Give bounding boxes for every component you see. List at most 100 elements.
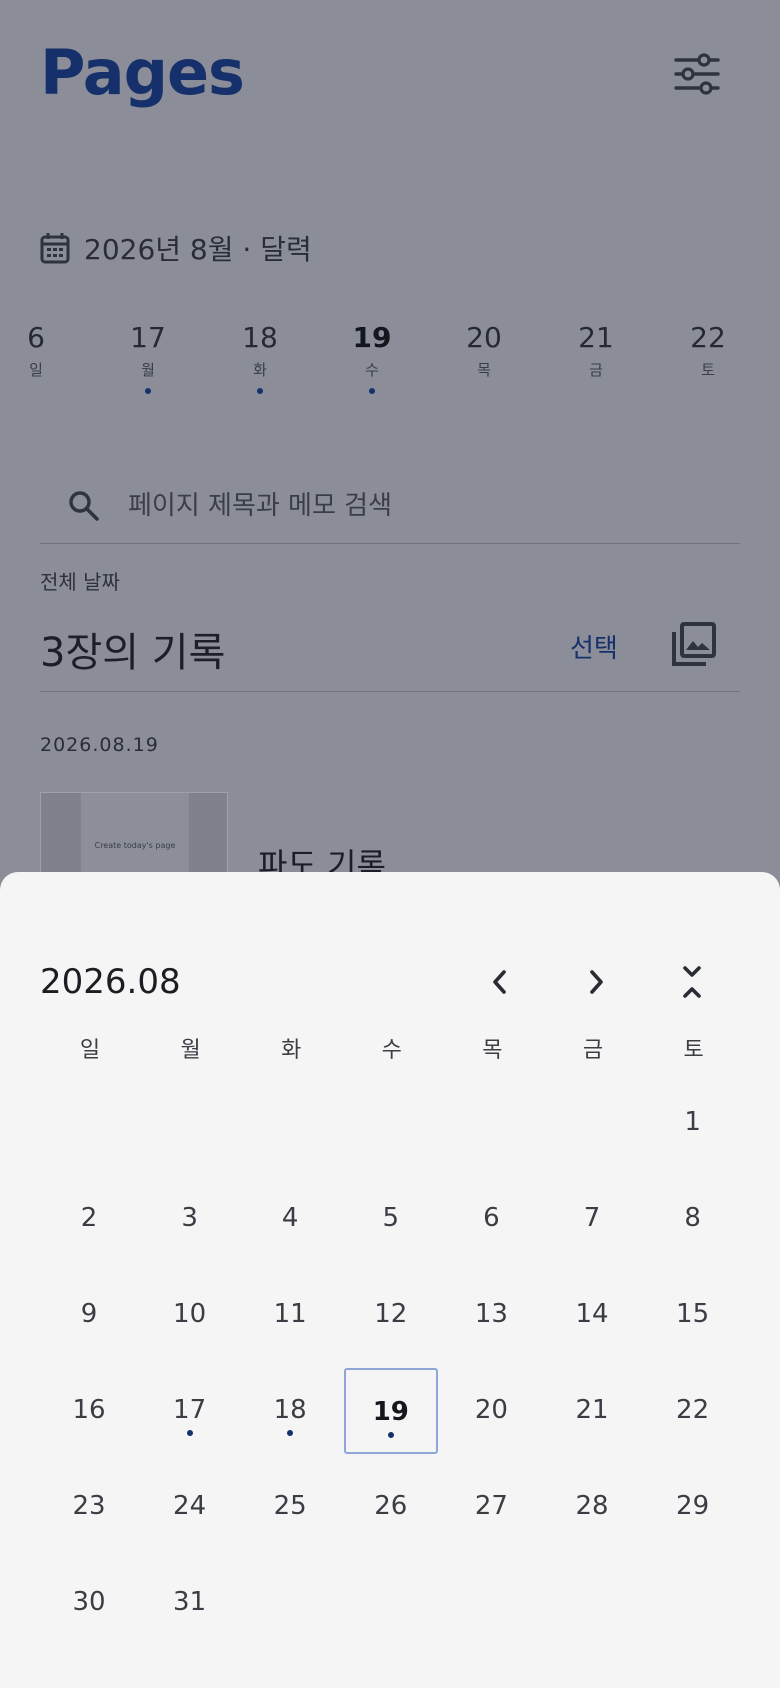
- filter-settings-button[interactable]: [670, 52, 726, 98]
- calendar-day-8[interactable]: 8: [646, 1176, 740, 1262]
- calendar-day-number: 24: [173, 1491, 207, 1521]
- calendar-day-number: 23: [72, 1491, 106, 1521]
- calendar-day-2[interactable]: 2: [42, 1176, 136, 1262]
- calendar-day-10[interactable]: 10: [143, 1272, 237, 1358]
- entry-indicator-dot: [287, 1430, 294, 1436]
- calendar-day-6[interactable]: 6: [444, 1176, 538, 1262]
- search-input[interactable]: [128, 490, 688, 521]
- photo-library-icon: [672, 622, 716, 666]
- calendar-day-28[interactable]: 28: [545, 1464, 639, 1550]
- calendar-day-number: 6: [483, 1203, 500, 1233]
- search-bar: [40, 468, 740, 544]
- calendar-day-24[interactable]: 24: [143, 1464, 237, 1550]
- calendar-day-17[interactable]: 17: [143, 1368, 237, 1454]
- calendar-day-29[interactable]: 29: [646, 1464, 740, 1550]
- date-range-label: 전체 날짜: [40, 570, 120, 594]
- app-title: Pages: [40, 36, 245, 109]
- entry-indicator-dot: [186, 1430, 193, 1436]
- entry-indicator-dot: [257, 388, 263, 394]
- calendar-day-13[interactable]: 13: [444, 1272, 538, 1358]
- calendar-day-22[interactable]: 22: [646, 1368, 740, 1454]
- calendar-day-number: 12: [374, 1299, 408, 1329]
- thumbnail-caption: Create today's page: [94, 841, 176, 850]
- calendar-day-number: 17: [173, 1395, 207, 1425]
- calendar-day-19[interactable]: 19: [343, 1368, 438, 1454]
- week-day-20[interactable]: 20 목: [444, 318, 524, 382]
- calendar-day-1[interactable]: 1: [646, 1080, 740, 1166]
- calendar-day-26[interactable]: 26: [344, 1464, 438, 1550]
- calendar-day-27[interactable]: 27: [444, 1464, 538, 1550]
- calendar-day-9[interactable]: 9: [42, 1272, 136, 1358]
- calendar-day-3[interactable]: 3: [143, 1176, 237, 1262]
- week-day-label: 일: [29, 361, 43, 379]
- week-day-22[interactable]: 22 토: [668, 318, 748, 382]
- week-day-label: 화: [253, 361, 267, 379]
- calendar-day-number: 29: [676, 1491, 710, 1521]
- calendar-grid: 1 2 3 4 5 6 7 8 9 10 11 12 13 14 15 16 17 18 19 20 21 22 23 24 2…: [38, 872, 742, 1688]
- month-label-text: 2026년 8월 · 달력: [84, 233, 312, 266]
- calendar-day-number: 28: [575, 1491, 609, 1521]
- records-header: 3장의 기록 선택: [40, 612, 740, 692]
- calendar-day-number: 27: [474, 1491, 508, 1521]
- sliders-icon: [674, 53, 720, 95]
- select-button[interactable]: 선택: [570, 628, 618, 665]
- calendar-day-number: 4: [281, 1203, 299, 1233]
- calendar-day-number: 20: [474, 1395, 508, 1425]
- calendar-day-number: 3: [181, 1203, 198, 1233]
- week-day-21[interactable]: 21 금: [556, 318, 636, 382]
- week-day-18[interactable]: 18 화: [220, 318, 300, 394]
- month-calendar-toggle[interactable]: 2026년 8월 · 달력: [40, 228, 312, 268]
- calendar-day-5[interactable]: 5: [344, 1176, 438, 1262]
- calendar-day-number: 14: [575, 1299, 609, 1329]
- week-day-label: 목: [477, 361, 491, 379]
- week-day-number: 22: [690, 321, 726, 354]
- calendar-day-number: 9: [80, 1299, 98, 1329]
- entry-indicator-dot: [145, 388, 151, 394]
- calendar-day-number: 16: [72, 1395, 106, 1425]
- calendar-day-11[interactable]: 11: [243, 1272, 337, 1358]
- week-day-label: 수: [365, 361, 379, 379]
- calendar-day-25[interactable]: 25: [243, 1464, 337, 1550]
- gallery-view-button[interactable]: [668, 618, 720, 670]
- calendar-day-12[interactable]: 12: [344, 1272, 438, 1358]
- calendar-day-30[interactable]: 30: [42, 1560, 136, 1646]
- calendar-day-number: 19: [372, 1397, 409, 1427]
- calendar-day-20[interactable]: 20: [444, 1368, 538, 1454]
- calendar-day-23[interactable]: 23: [42, 1464, 136, 1550]
- calendar-day-4[interactable]: 4: [243, 1176, 337, 1262]
- calendar-day-number: 31: [173, 1587, 207, 1617]
- calendar-day-16[interactable]: 16: [42, 1368, 136, 1454]
- week-day-17[interactable]: 17 월: [108, 318, 188, 394]
- week-day-number: 20: [466, 321, 502, 354]
- week-strip: 6 일 17 월 18 화 19 수 20 목 21 금 22 토: [0, 318, 780, 408]
- calendar-day-number: 5: [382, 1203, 400, 1233]
- week-day-label: 월: [141, 361, 155, 379]
- calendar-day-14[interactable]: 14: [545, 1272, 639, 1358]
- calendar-day-7[interactable]: 7: [545, 1176, 639, 1262]
- calendar-sheet: 2026.08 일월화수목금토 1 2 3 4 5 6 7 8 9 10 11 12 13 14 15 16 1…: [0, 872, 780, 1688]
- week-day-6[interactable]: 6일: [0, 318, 76, 382]
- pages-screen: Pages 2026년 8월 · 달력 6 일 17 월 18 화 19 수 2…: [0, 0, 780, 1688]
- calendar-day-31[interactable]: 31: [143, 1560, 237, 1646]
- calendar-day-number: 15: [676, 1299, 710, 1329]
- calendar-day-18[interactable]: 18: [243, 1368, 337, 1454]
- calendar-day-number: 8: [684, 1203, 701, 1233]
- calendar-day-number: 13: [474, 1299, 508, 1329]
- calendar-day-number: 10: [173, 1299, 207, 1329]
- week-day-number: 21: [578, 321, 614, 354]
- calendar-day-number: 25: [273, 1491, 307, 1521]
- calendar-day-15[interactable]: 15: [646, 1272, 740, 1358]
- calendar-day-number: 30: [72, 1587, 106, 1617]
- calendar-day-21[interactable]: 21: [545, 1368, 639, 1454]
- week-day-label: 토: [701, 361, 715, 379]
- date-group-header: 2026.08.19: [40, 734, 159, 756]
- week-day-number: 6: [27, 321, 45, 354]
- search-icon: [69, 490, 99, 521]
- calendar-day-number: 1: [684, 1107, 701, 1137]
- records-count: 3장의 기록: [40, 630, 226, 676]
- calendar-day-number: 11: [273, 1299, 307, 1329]
- entry-indicator-dot: [369, 388, 375, 394]
- week-day-19[interactable]: 19 수: [332, 318, 412, 394]
- entry-indicator-dot: [387, 1432, 394, 1438]
- calendar-day-number: 18: [273, 1395, 307, 1425]
